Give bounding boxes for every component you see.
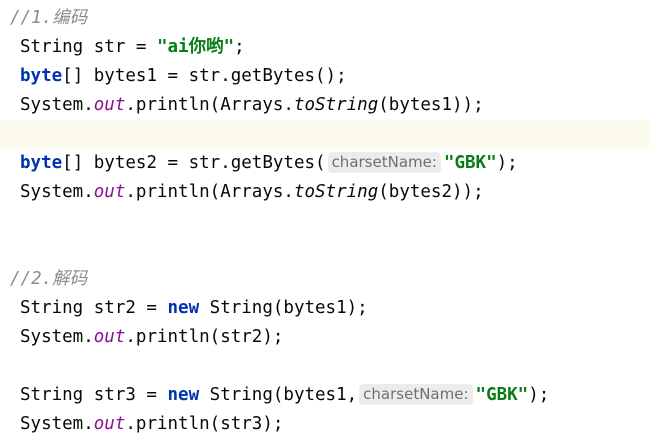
static-method-token: toString — [293, 182, 379, 202]
code-token: System. — [20, 414, 94, 434]
code-token: String str = — [20, 37, 157, 57]
static-method-token: toString — [293, 95, 379, 115]
line-content: String str3 = new String(bytes1, charsetN… — [20, 381, 549, 410]
code-line-2[interactable]: String str = "ai你哟"; — [0, 33, 649, 62]
field-token: out — [93, 414, 126, 434]
code-token: System. — [20, 95, 94, 115]
code-token: String(bytes1, — [199, 385, 358, 405]
code-line-3[interactable]: byte[] bytes1 = str.getBytes(); — [0, 62, 649, 91]
string-literal: "ai — [156, 37, 189, 57]
code-token: [] bytes2 = str.getBytes( — [62, 153, 326, 173]
line-content: byte[] bytes1 = str.getBytes(); — [20, 62, 347, 91]
string-literal: "GBK" — [443, 153, 497, 173]
field-token: out — [93, 327, 126, 347]
line-content: System.out.println(Arrays.toString(bytes… — [20, 178, 484, 207]
code-token: ); — [496, 153, 518, 173]
code-line-11[interactable]: String str2 = new String(bytes1); — [0, 294, 649, 323]
code-line-13[interactable] — [0, 352, 649, 381]
code-editor[interactable]: //1.编码 String str = "ai你哟"; byte[] bytes… — [0, 0, 649, 441]
code-token: String str2 = — [20, 298, 168, 318]
parameter-name-hint: charsetName: — [327, 152, 441, 173]
code-comment: //1. — [10, 8, 53, 28]
code-token: .println(str2); — [125, 327, 284, 347]
code-token: String str3 = — [20, 385, 168, 405]
line-content: //2.解码 — [10, 265, 87, 294]
code-line-6[interactable]: byte[] bytes2 = str.getBytes(charsetName… — [0, 149, 649, 178]
code-line-14[interactable]: String str3 = new String(bytes1, charsetN… — [0, 381, 649, 410]
code-comment: 解码 — [52, 269, 88, 289]
string-literal: "GBK" — [475, 385, 529, 405]
code-comment: //2. — [10, 269, 53, 289]
keyword-token: byte — [20, 153, 63, 173]
current-line-highlight[interactable] — [0, 120, 649, 149]
line-content: String str2 = new String(bytes1); — [20, 294, 368, 323]
code-token: (bytes1)); — [378, 95, 484, 115]
code-token: .println(str3); — [125, 414, 284, 434]
code-line-15[interactable]: System.out.println(str3); — [0, 410, 649, 439]
string-literal: " — [223, 37, 235, 57]
code-line-4[interactable]: System.out.println(Arrays.toString(bytes… — [0, 91, 649, 120]
code-line-12[interactable]: System.out.println(str2); — [0, 323, 649, 352]
string-literal: 你哟 — [188, 37, 224, 57]
code-line-7[interactable]: System.out.println(Arrays.toString(bytes… — [0, 178, 649, 207]
line-content: //1.编码 — [10, 4, 87, 33]
parameter-name-hint: charsetName: — [359, 384, 473, 405]
field-token: out — [93, 182, 126, 202]
line-content: System.out.println(str3); — [20, 410, 283, 439]
line-content: System.out.println(str2); — [20, 323, 283, 352]
code-token: .println(Arrays. — [125, 182, 294, 202]
keyword-token: new — [167, 385, 200, 405]
line-content: System.out.println(Arrays.toString(bytes… — [20, 91, 484, 120]
line-content: String str = "ai你哟"; — [20, 33, 245, 62]
keyword-token: new — [167, 298, 200, 318]
code-token: ; — [234, 37, 245, 57]
code-comment: 编码 — [52, 8, 88, 28]
code-token: (bytes2)); — [378, 182, 484, 202]
field-token: out — [93, 95, 126, 115]
code-token: System. — [20, 327, 94, 347]
code-token: [] bytes1 = str.getBytes(); — [62, 66, 347, 86]
code-line-9[interactable] — [0, 236, 649, 265]
code-line-10[interactable]: //2.解码 — [0, 265, 649, 294]
code-token: ); — [528, 385, 550, 405]
keyword-token: byte — [20, 66, 63, 86]
line-content: byte[] bytes2 = str.getBytes(charsetName… — [20, 149, 518, 178]
code-token: .println(Arrays. — [125, 95, 294, 115]
code-token: String(bytes1); — [199, 298, 368, 318]
code-line-1[interactable]: //1.编码 — [0, 4, 649, 33]
code-token: System. — [20, 182, 94, 202]
code-line-8[interactable] — [0, 207, 649, 236]
